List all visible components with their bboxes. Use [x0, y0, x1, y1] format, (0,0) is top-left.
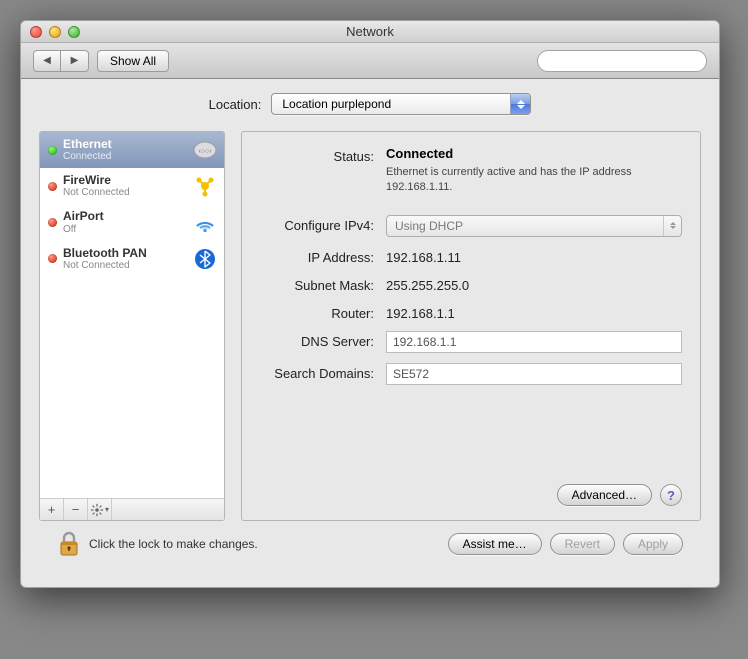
ip-address-value: 192.168.1.11 — [386, 247, 682, 265]
sidebar-item-bluetooth-pan[interactable]: Bluetooth PANNot Connected — [40, 241, 224, 277]
status-dot-icon — [48, 182, 57, 191]
detail-panel: Status: Connected Ethernet is currently … — [241, 131, 701, 521]
titlebar: Network — [21, 21, 719, 43]
bluetooth-icon — [192, 248, 218, 270]
subnet-mask-value: 255.255.255.0 — [386, 275, 682, 293]
status-dot-icon — [48, 254, 57, 263]
search-domains-label: Search Domains: — [250, 363, 386, 381]
service-name: Bluetooth PAN — [63, 247, 186, 260]
window-title: Network — [21, 24, 719, 39]
service-status: Not Connected — [63, 187, 186, 198]
close-icon[interactable] — [30, 26, 42, 38]
lock-text: Click the lock to make changes. — [89, 537, 258, 551]
assist-me-button[interactable]: Assist me… — [448, 533, 542, 555]
subnet-mask-label: Subnet Mask: — [250, 275, 386, 293]
chevron-updown-icon — [510, 94, 530, 114]
airport-icon — [192, 211, 218, 233]
sidebar-item-airport[interactable]: AirPortOff — [40, 204, 224, 240]
search-domains-input[interactable] — [386, 363, 682, 385]
service-status: Off — [63, 224, 186, 235]
service-name: FireWire — [63, 174, 186, 187]
location-select[interactable]: Location purplepond — [271, 93, 531, 115]
network-prefs-window: Network ◀ ▶ Show All Location: Location … — [20, 20, 720, 588]
dns-server-label: DNS Server: — [250, 331, 386, 349]
help-button[interactable]: ? — [660, 484, 682, 506]
show-all-button[interactable]: Show All — [97, 50, 169, 72]
minimize-icon[interactable] — [49, 26, 61, 38]
zoom-icon[interactable] — [68, 26, 80, 38]
status-value: Connected — [386, 146, 682, 161]
router-label: Router: — [250, 303, 386, 321]
service-sidebar: EthernetConnected‹○○›FireWireNot Connect… — [39, 131, 225, 521]
service-name: AirPort — [63, 210, 186, 223]
firewire-icon — [192, 175, 218, 197]
search-input[interactable] — [537, 50, 707, 72]
sidebar-item-firewire[interactable]: FireWireNot Connected — [40, 168, 224, 204]
status-dot-icon — [48, 146, 57, 155]
ethernet-icon: ‹○○› — [192, 139, 218, 161]
location-value: Location purplepond — [282, 97, 391, 111]
svg-text:‹○○›: ‹○○› — [198, 148, 212, 155]
forward-button[interactable]: ▶ — [61, 50, 89, 72]
service-action-menu[interactable]: ▾ — [88, 499, 112, 520]
service-name: Ethernet — [63, 138, 186, 151]
add-service-button[interactable]: + — [40, 499, 64, 520]
dns-server-input[interactable] — [386, 331, 682, 353]
back-button[interactable]: ◀ — [33, 50, 61, 72]
router-value: 192.168.1.1 — [386, 303, 682, 321]
search-field[interactable] — [550, 54, 705, 68]
configure-ipv4-select[interactable]: Using DHCP — [386, 215, 682, 237]
status-desc: Ethernet is currently active and has the… — [386, 165, 646, 195]
advanced-button[interactable]: Advanced… — [557, 484, 652, 506]
configure-ipv4-label: Configure IPv4: — [250, 215, 386, 233]
remove-service-button[interactable]: − — [64, 499, 88, 520]
ip-address-label: IP Address: — [250, 247, 386, 265]
service-status: Not Connected — [63, 260, 186, 271]
chevron-updown-icon — [663, 216, 681, 236]
sidebar-item-ethernet[interactable]: EthernetConnected ‹○○› — [40, 132, 224, 168]
status-dot-icon — [48, 218, 57, 227]
lock-icon[interactable] — [57, 531, 81, 557]
location-label: Location: — [209, 97, 262, 112]
service-status: Connected — [63, 151, 186, 162]
gear-icon — [90, 503, 104, 517]
toolbar: ◀ ▶ Show All — [21, 43, 719, 79]
revert-button[interactable]: Revert — [550, 533, 615, 555]
apply-button[interactable]: Apply — [623, 533, 683, 555]
status-label: Status: — [250, 146, 386, 164]
